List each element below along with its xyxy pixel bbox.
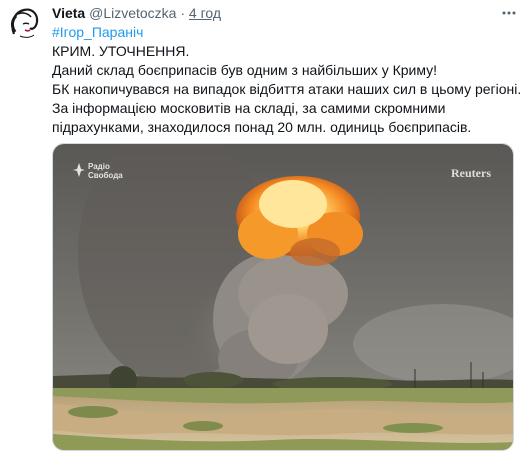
tweet-header: Vieta @Lizvetoczka · 4 год [52,3,497,23]
watermark-left-line1: Радіо [88,162,110,171]
tweet-text-line: БК накопичувався на випадок відбиття ата… [52,81,522,97]
header-separator: · [180,5,186,21]
tweet-card: Vieta @Lizvetoczka · 4 год #Ігор_Параніч… [0,0,527,456]
hashtag-link[interactable]: #Ігор_Параніч [52,23,522,42]
avatar-sketch-icon [6,4,44,42]
tweet-photo[interactable]: Радіо Свобода Reuters [52,143,514,451]
explosion-photo [53,144,513,450]
more-options-button[interactable] [501,6,517,20]
author-name[interactable]: Vieta [52,5,85,21]
tweet-text-line: За інформацією московитів на складі, за … [52,100,446,116]
tweet-text-line: Даний склад боєприпасів був одним з найб… [52,62,438,78]
avatar[interactable] [6,4,44,42]
tweet-text-line: КРИМ. УТОЧНЕННЯ. [52,43,190,59]
more-options-icon [502,11,516,15]
author-handle[interactable]: @Lizvetoczka [89,5,176,21]
radio-svoboda-logo-icon [73,163,85,177]
tweet-timestamp[interactable]: 4 год [189,5,221,21]
reuters-watermark: Reuters [451,166,491,180]
watermark-left-line2: Свобода [88,171,123,180]
tweet-text-line: підрахунками, знаходилося понад 20 млн. … [52,119,472,135]
tweet-text: #Ігор_Параніч КРИМ. УТОЧНЕННЯ. Даний скл… [52,23,522,137]
